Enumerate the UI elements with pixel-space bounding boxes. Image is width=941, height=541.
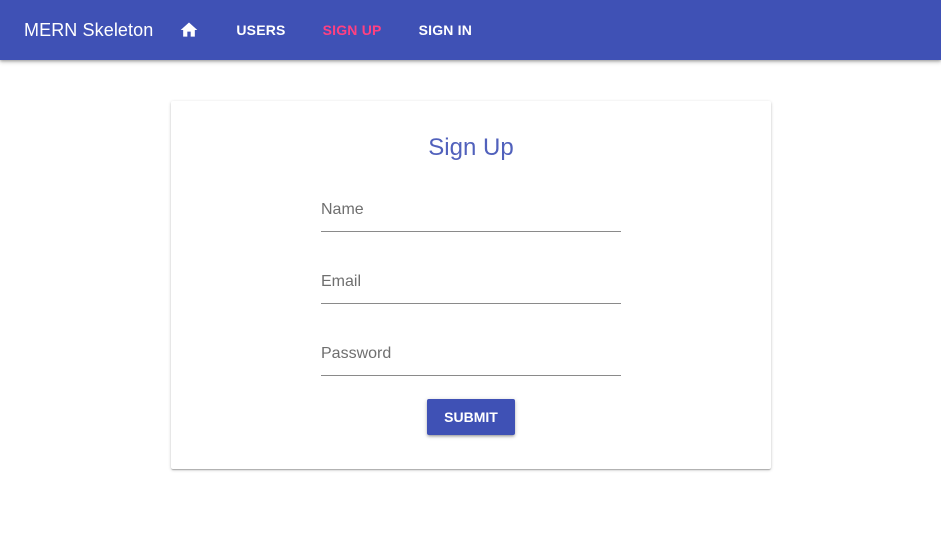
signup-title: Sign Up <box>428 134 514 161</box>
name-input[interactable] <box>321 201 621 231</box>
app-title: MERN Skeleton <box>24 19 154 40</box>
email-input[interactable] <box>321 273 621 303</box>
nav-signup-link[interactable]: SIGN UP <box>323 22 382 38</box>
submit-button[interactable]: SUBMIT <box>427 399 515 435</box>
home-icon <box>181 22 198 37</box>
nav-users-link[interactable]: USERS <box>236 22 285 38</box>
signup-card: Sign Up Name Email Password SUBMIT <box>171 101 771 469</box>
password-field[interactable]: Password <box>321 345 621 376</box>
name-field[interactable]: Name <box>321 201 621 232</box>
email-field[interactable]: Email <box>321 273 621 304</box>
app-bar: MERN Skeleton USERS SIGN UP SIGN IN <box>0 0 941 60</box>
password-input[interactable] <box>321 345 621 375</box>
home-button[interactable] <box>177 18 201 42</box>
nav-signin-link[interactable]: SIGN IN <box>419 22 473 38</box>
